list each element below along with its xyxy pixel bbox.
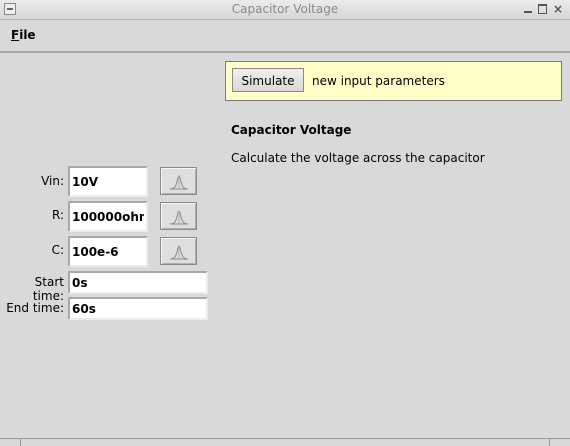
r-input[interactable] [68,201,148,232]
maximize-icon[interactable] [537,3,549,15]
bell-curve-icon [169,175,189,190]
c-label: C: [51,243,64,257]
menu-file[interactable]: File [11,28,36,42]
menu-file-label: ile [19,28,36,42]
simulate-panel: Simulate new input parameters [225,61,562,101]
r-distribution-button[interactable] [160,202,197,230]
description-text: Calculate the voltage across the capacit… [231,151,485,165]
simulate-button[interactable]: Simulate [232,68,304,92]
title-bar: Capacitor Voltage × [0,0,570,20]
start-time-label: Start time: [32,275,64,303]
menu-file-mnemonic: F [11,28,20,42]
vin-input[interactable] [68,166,148,197]
start-time-input[interactable] [68,271,208,294]
vin-distribution-button[interactable] [160,167,197,195]
window-title: Capacitor Voltage [231,2,339,16]
c-distribution-button[interactable] [160,237,197,265]
description-title: Capacitor Voltage [231,123,352,137]
vin-label: Vin: [41,174,64,188]
menu-bar: File [0,20,570,53]
end-time-input[interactable] [68,297,208,320]
bell-curve-icon [169,210,189,225]
close-icon[interactable]: × [552,3,564,15]
c-input[interactable] [68,236,148,267]
bell-curve-icon [169,245,189,260]
r-label: R: [51,208,64,222]
minimize-icon[interactable] [522,3,534,15]
end-time-label: End time: [6,301,64,315]
simulate-status-message: new input parameters [312,74,445,88]
